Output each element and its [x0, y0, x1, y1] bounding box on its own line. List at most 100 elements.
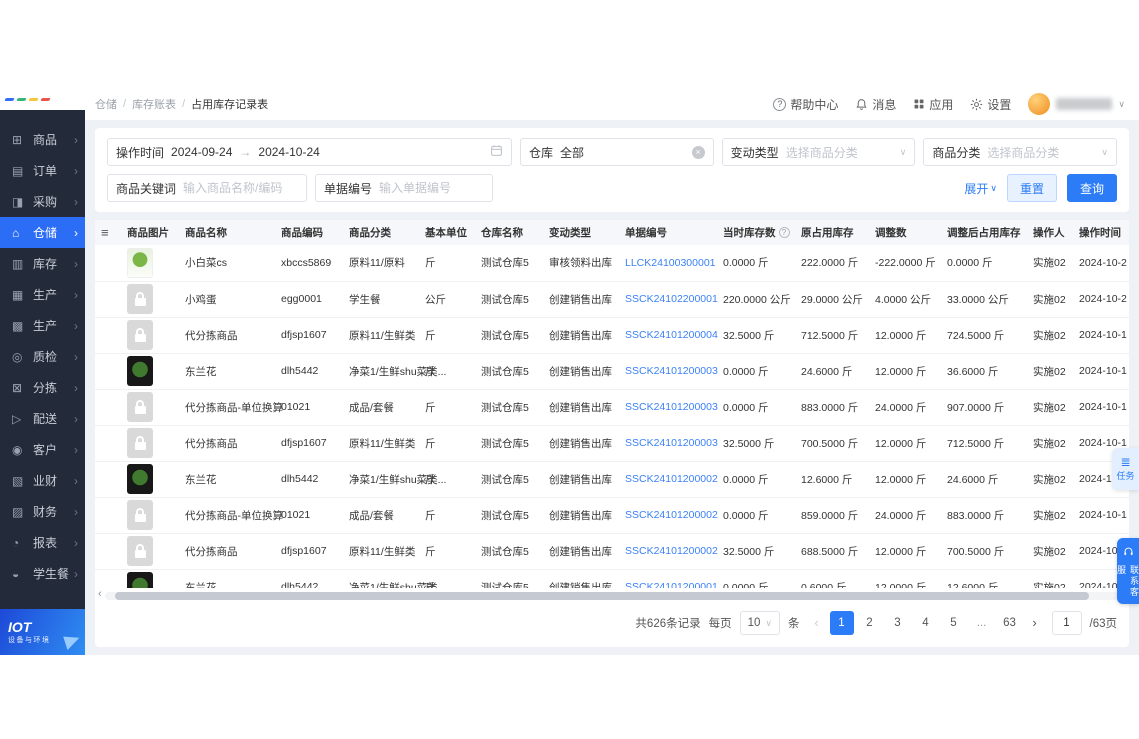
sidebar-item-purchase[interactable]: ◨ 采购 › [0, 186, 85, 217]
sidebar-item-student-meal[interactable]: ◒ 学生餐 › [0, 558, 85, 589]
messages-button[interactable]: 消息 [855, 96, 896, 113]
pager-page[interactable]: 4 [914, 611, 938, 635]
cell-adj: 4.0000 公斤 [869, 281, 941, 318]
sidebar-item-inventory[interactable]: ▥ 库存 › [0, 248, 85, 279]
cell-orig: 24.6000 斤 [795, 353, 869, 390]
cell-unit: 斤 [419, 389, 475, 426]
sidebar-item-reports[interactable]: ◔ 报表 › [0, 527, 85, 558]
sidebar-item-label: 质检 [33, 350, 58, 364]
sidebar-item-customer[interactable]: ◉ 客户 › [0, 434, 85, 465]
clear-icon[interactable]: × [691, 145, 705, 159]
scroll-left-icon[interactable]: ‹ [98, 588, 102, 600]
cell-op: 实施02 [1027, 461, 1073, 498]
breadcrumb-item[interactable]: 库存账表 [132, 96, 176, 112]
document-number-link[interactable]: SSCK24101200002 [625, 509, 718, 521]
column-header: 当时库存数? [717, 220, 795, 245]
date-range-picker[interactable]: 操作时间 2024-09-24 → 2024-10-24 [107, 138, 512, 166]
query-button[interactable]: 查询 [1066, 174, 1117, 202]
cell-unit: 斤 [419, 569, 475, 589]
cell-adj: 12.0000 斤 [869, 533, 941, 570]
doc-number-field[interactable]: 单据编号 [315, 174, 493, 202]
breadcrumb-item[interactable]: 仓储 [95, 96, 117, 112]
sidebar-item-production-1[interactable]: ▦ 生产 › [0, 279, 85, 310]
user-menu[interactable]: ∨ [1028, 93, 1125, 115]
change-type-select[interactable]: 变动类型 选择商品分类 ∨ [721, 138, 916, 166]
keyword-field[interactable]: 商品关键词 [107, 174, 307, 202]
sidebar-item-production-2[interactable]: ▩ 生产 › [0, 310, 85, 341]
cell-after: 883.0000 斤 [941, 497, 1027, 534]
row-spacer [95, 425, 121, 462]
product-photo[interactable] [127, 572, 153, 589]
cell-op: 实施02 [1027, 317, 1073, 354]
topbar-actions: ? 帮助中心 消息 应用 设置 ∨ [773, 93, 1125, 115]
expand-toggle[interactable]: 展开 ∨ [964, 180, 997, 197]
column-header-label: 商品图片 [127, 227, 169, 239]
document-number-link[interactable]: SSCK24101200004 [625, 329, 718, 341]
sidebar-item-delivery[interactable]: ▷ 配送 › [0, 403, 85, 434]
chevron-down-icon: ∨ [1118, 98, 1125, 109]
sidebar-item-label: 分拣 [33, 381, 58, 395]
product-photo[interactable] [127, 356, 153, 386]
cell-stock: 0.0000 斤 [717, 497, 795, 534]
reset-button[interactable]: 重置 [1006, 174, 1057, 202]
document-number-link[interactable]: SSCK24101200002 [625, 473, 718, 485]
sidebar-item-sorting[interactable]: ⊠ 分拣 › [0, 372, 85, 403]
pager-page[interactable]: 63 [998, 611, 1022, 635]
document-number-link[interactable]: SSCK24102200001 [625, 293, 718, 305]
apps-button[interactable]: 应用 [913, 96, 953, 113]
page-jump-input[interactable] [1051, 611, 1082, 635]
calendar-icon [490, 144, 503, 160]
sidebar-nav: ⊞ 商品 › ▤ 订单 › ◨ 采购 › ⌂ 仓储 › ▥ 库存 › ▦ 生产 › ▩ 生产 › ◎ 质检 › ⊠ 分拣 › ▷ 配送 ›… [0, 110, 85, 609]
cell-code: xbccs5869 [275, 245, 343, 282]
cell-doc: SSCK24101200003 [619, 353, 718, 390]
sidebar-item-label: 库存 [33, 257, 58, 271]
pager-page[interactable]: 3 [886, 611, 910, 635]
row-spacer [95, 569, 121, 589]
product-photo[interactable] [127, 247, 153, 278]
sidebar-item-orders[interactable]: ▤ 订单 › [0, 155, 85, 186]
table-card: ≡ 商品图片 商品名称 商品编码 商品分类 基本单位 仓库名称 变动类型 单据编号 当时库存数? 原… [95, 220, 1129, 647]
document-number-link[interactable]: SSCK24101200003 [625, 437, 718, 449]
scrollbar-thumb[interactable] [115, 592, 1089, 601]
next-page-button[interactable]: › [1026, 611, 1044, 635]
column-header: 商品名称 [179, 220, 275, 245]
category-select[interactable]: 商品分类 选择商品分类 ∨ [923, 138, 1118, 166]
document-number-link[interactable]: LLCK24100300001 [625, 257, 716, 269]
apps-label: 应用 [929, 97, 954, 112]
table-row: 小白菜cs xbccs5869 原料11/原料斤测试仓库5 审核领料出库 LLCK241… [95, 245, 1129, 282]
pager-page[interactable]: 5 [942, 611, 966, 635]
help-icon[interactable]: ? [778, 227, 790, 238]
avatar [1028, 93, 1051, 115]
help-center-button[interactable]: ? 帮助中心 [773, 96, 838, 113]
pager-page[interactable]: 1 [829, 611, 854, 635]
warehouse-select[interactable]: 仓库 全部 × [520, 138, 714, 166]
sidebar-item-business-finance[interactable]: ▧ 业财 › [0, 465, 85, 496]
document-number-link[interactable]: SSCK24101200003 [625, 365, 718, 377]
sidebar-item-warehouse[interactable]: ⌂ 仓储 › [0, 217, 85, 248]
customer-service-label: 联系客服 [1116, 565, 1139, 598]
sidebar-item-quality[interactable]: ◎ 质检 › [0, 341, 85, 372]
cell-wh: 测试仓库5 [475, 497, 543, 534]
per-page-unit: 条 [788, 618, 800, 630]
logo-bar [40, 97, 51, 101]
document-number-link[interactable]: SSCK24101200001 [625, 581, 718, 588]
column-settings-icon[interactable]: ≡ [101, 225, 109, 240]
cell-after: 36.6000 斤 [941, 353, 1027, 390]
sidebar-item-goods[interactable]: ⊞ 商品 › [0, 124, 85, 155]
tasks-float-button[interactable]: ≣ 任务 [1112, 448, 1139, 490]
cell-unit: 斤 [419, 461, 475, 498]
category-placeholder: 选择商品分类 [987, 145, 1060, 160]
document-number-link[interactable]: SSCK24101200002 [625, 545, 718, 557]
keyword-input[interactable] [183, 181, 298, 195]
per-page-select[interactable]: 10 ∨ [739, 611, 780, 635]
document-number-link[interactable]: SSCK24101200003 [625, 401, 718, 413]
sidebar-item-finance[interactable]: ▨ 财务 › [0, 496, 85, 527]
doc-number-input[interactable] [379, 181, 484, 195]
per-page-label: 每页 [708, 618, 732, 630]
prev-page-button[interactable]: ‹ [808, 611, 826, 635]
product-photo[interactable] [127, 464, 153, 494]
chevron-right-icon: › [74, 380, 78, 395]
pager-page[interactable]: 2 [858, 611, 882, 635]
settings-button[interactable]: 设置 [970, 96, 1011, 113]
customer-service-float-button[interactable]: 联系客服 [1116, 538, 1139, 604]
